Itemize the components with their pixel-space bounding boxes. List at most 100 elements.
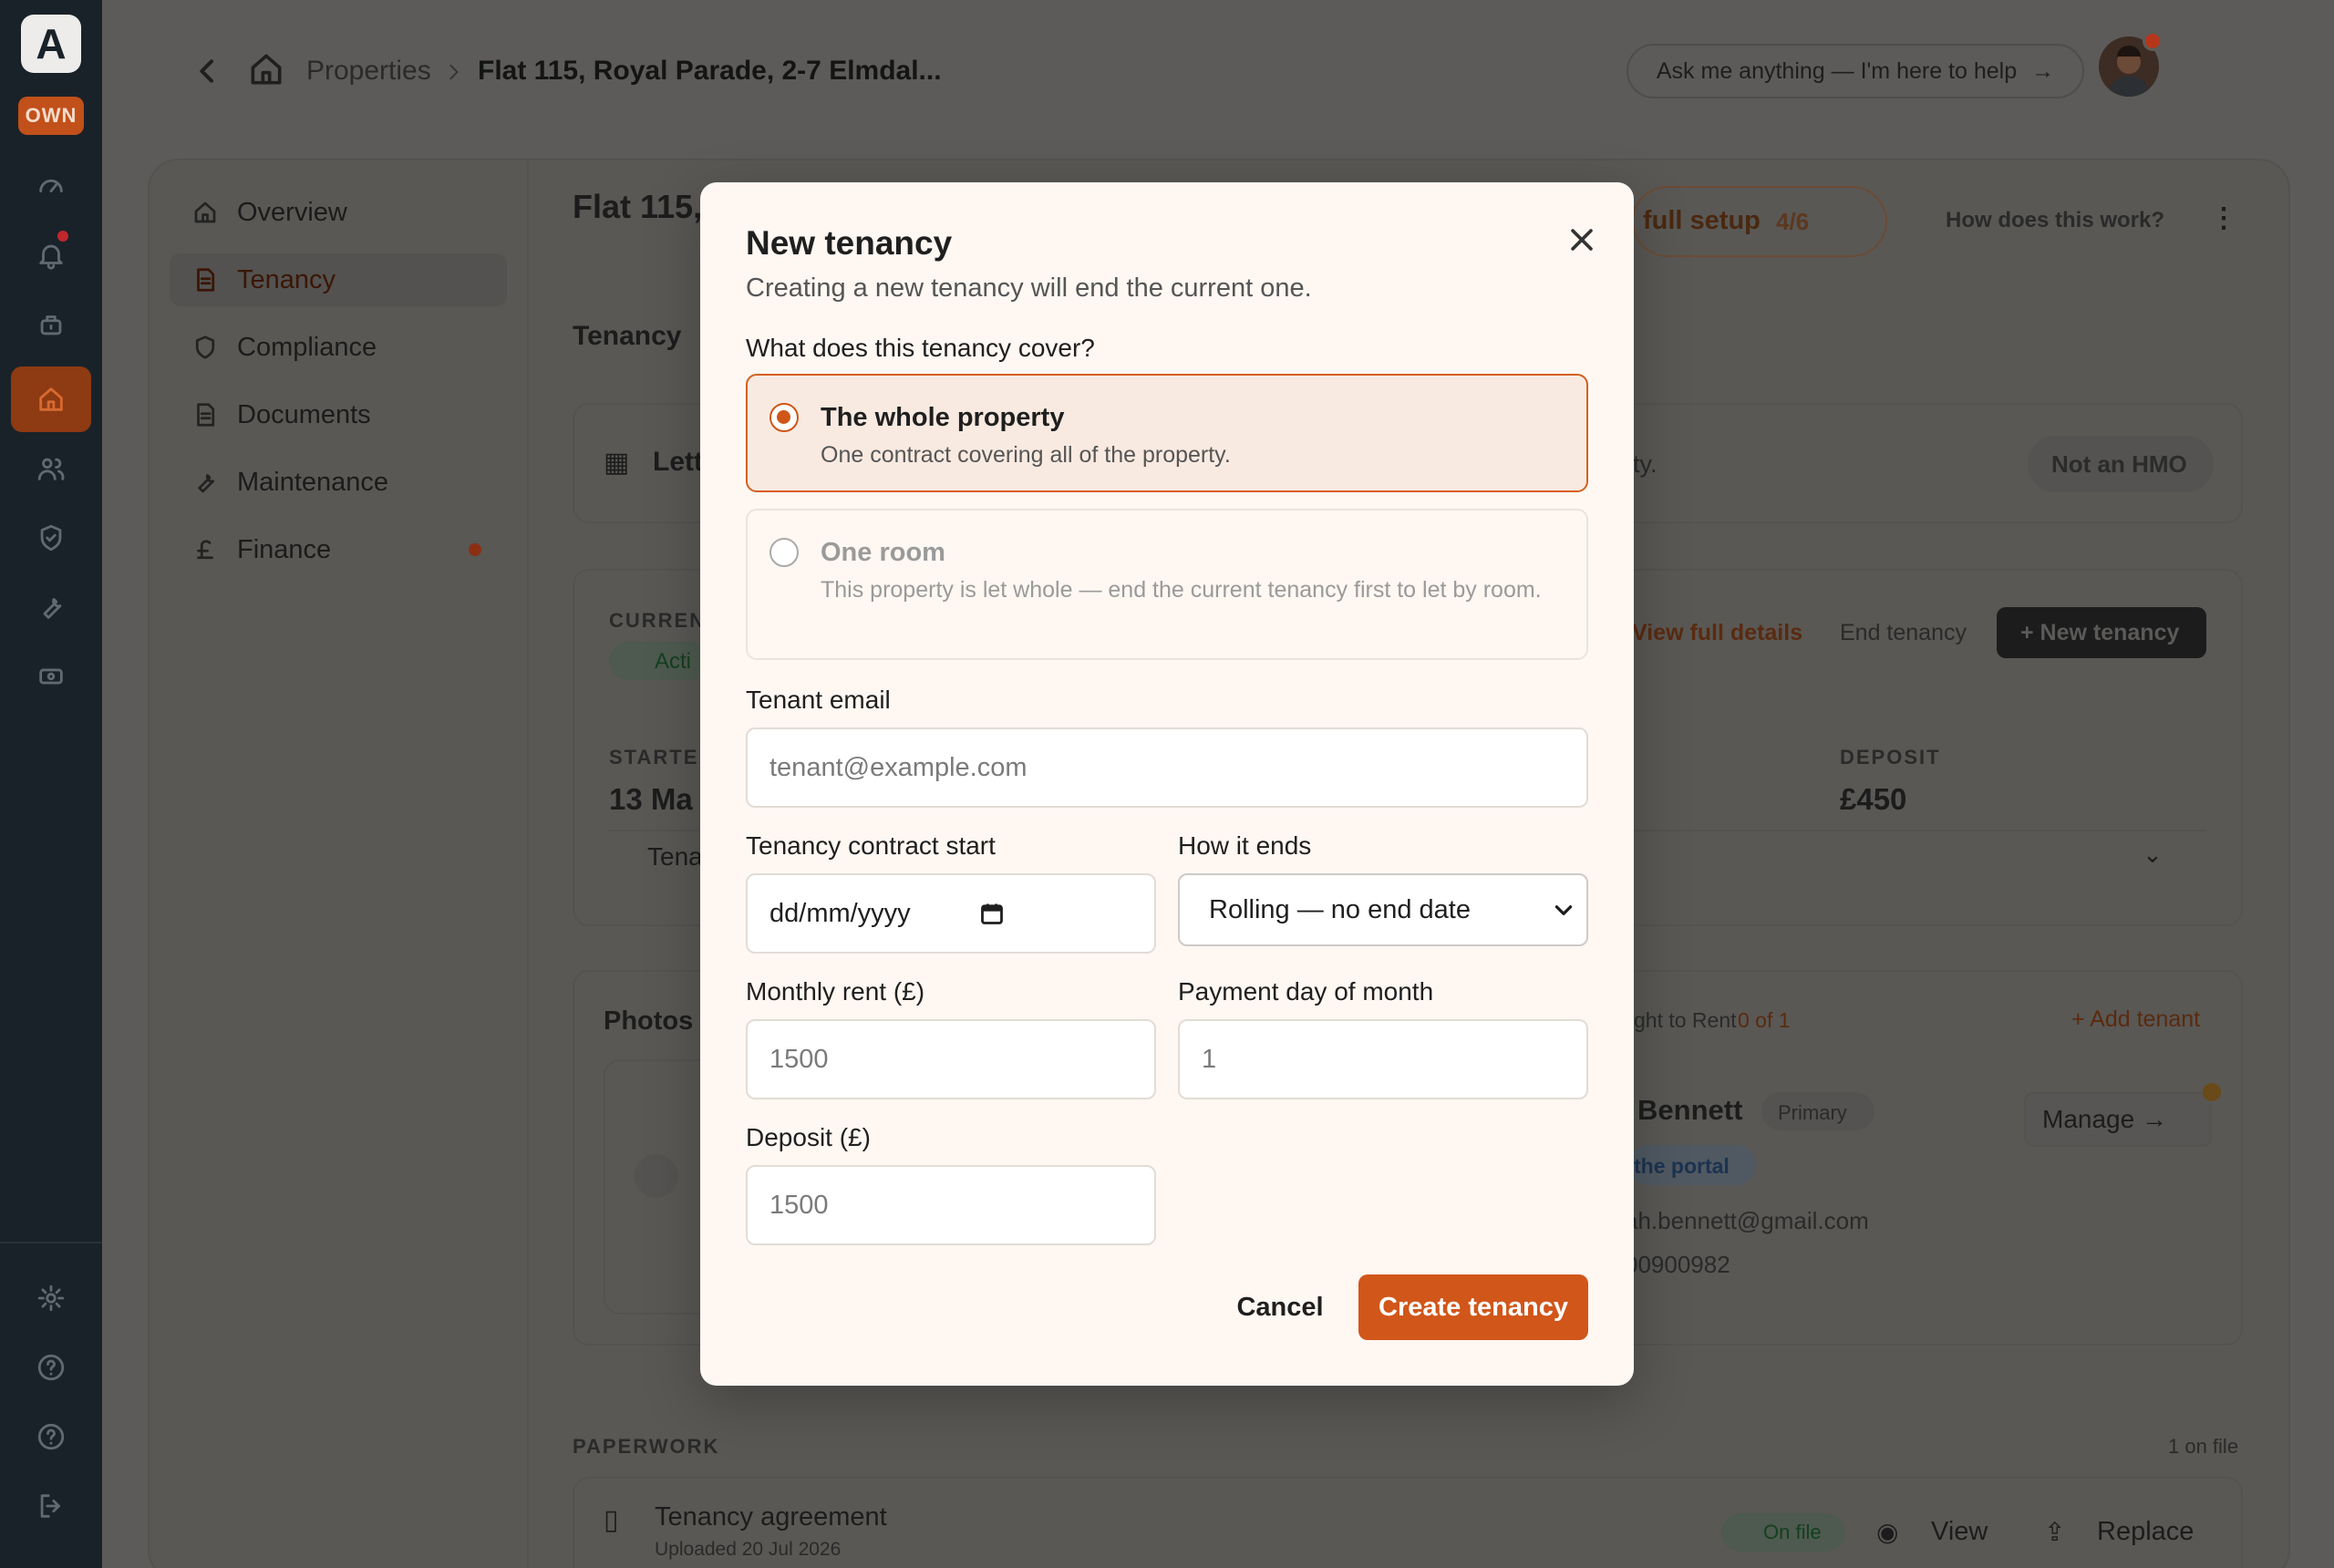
ask-label: Ask me anything — I'm here to help [1656, 57, 2018, 84]
rent-field-box[interactable] [746, 1019, 1156, 1099]
hmo-badge: Not an HMO [2051, 450, 2187, 478]
sidebar-item-tenancy[interactable]: Tenancy [170, 253, 507, 306]
people-icon[interactable] [24, 441, 78, 496]
deposit-value: £450 [1840, 782, 1907, 816]
settings-gear-icon[interactable] [24, 1271, 78, 1326]
shield-icon [195, 335, 215, 359]
cover-question: What does this tenancy cover? [746, 334, 1095, 362]
new-tenancy-button[interactable]: + New tenancy [2020, 620, 2179, 646]
sidebar-item-label: Documents [237, 399, 371, 429]
ends-label: How it ends [1178, 831, 1312, 860]
sidebar-divider [527, 160, 529, 1568]
start-date-input[interactable]: dd/mm/yyyy [746, 873, 1156, 954]
avatar-status-dot [2143, 31, 2163, 51]
started-value: 13 Ma [609, 782, 693, 816]
info-help-icon[interactable] [24, 1409, 78, 1464]
right-to-rent-label: ght to Rent [1634, 1008, 1737, 1032]
doc-title: Tenancy agreement [655, 1502, 887, 1532]
ask-assistant-button[interactable]: Ask me anything — I'm here to help → [1627, 44, 2084, 98]
paperwork-count: 1 on file [2168, 1435, 2239, 1458]
sidebar-item-maintenance[interactable]: Maintenance [191, 456, 388, 509]
payday-field-box[interactable] [1178, 1019, 1588, 1099]
tenant-name: Bennett [1637, 1094, 1743, 1126]
option-desc: This property is let whole — end the cur… [821, 577, 1542, 603]
create-tenancy-button[interactable]: Create tenancy [1358, 1274, 1588, 1340]
cancel-button[interactable]: Cancel [1216, 1274, 1344, 1340]
sidebar-item-label: Finance [237, 534, 332, 564]
briefcase-icon[interactable] [24, 297, 78, 352]
breadcrumb-current: Flat 115, Royal Parade, 2-7 Elmdal... [478, 56, 942, 86]
dashboard-icon[interactable] [24, 159, 78, 213]
arrow-right-icon: → [2031, 57, 2055, 84]
tenant-email: ah.bennett@gmail.com [1625, 1207, 1869, 1234]
setup-label: full setup [1643, 206, 1761, 235]
replace-doc-button[interactable]: Replace [2097, 1517, 2194, 1547]
home-icon [194, 201, 216, 223]
date-placeholder: dd/mm/yyyy [769, 898, 911, 928]
sidebar-item-documents[interactable]: Documents [191, 388, 371, 441]
chevron-down-icon[interactable]: ⌄ [2143, 841, 2163, 869]
option-title: The whole property [821, 403, 1065, 432]
home-icon[interactable] [246, 49, 286, 89]
camera-icon[interactable] [635, 1154, 678, 1198]
deposit-input[interactable] [769, 1190, 1132, 1221]
radio-whole-property[interactable] [769, 403, 799, 432]
sidebar-item-overview[interactable]: Overview [191, 186, 347, 239]
help-link[interactable]: How does this work? [1946, 208, 2164, 233]
deposit-label: DEPOSIT [1840, 746, 1941, 769]
chevron-down-icon [1554, 905, 1573, 915]
how-it-ends-select[interactable]: Rolling — no end date [1178, 873, 1588, 946]
sidebar-item-label: Compliance [237, 332, 377, 362]
wrench-icon[interactable] [24, 580, 78, 634]
breadcrumb-properties[interactable]: Properties [306, 51, 431, 91]
option-whole-property[interactable]: The whole property One contract covering… [746, 374, 1588, 492]
manage-button[interactable]: Manage → [2042, 1105, 2167, 1134]
logout-icon[interactable] [24, 1479, 78, 1533]
started-label: STARTE [609, 746, 699, 769]
money-icon[interactable] [24, 649, 78, 704]
notification-dot [55, 228, 71, 244]
right-to-rent-count: 0 of 1 [1738, 1008, 1791, 1032]
close-icon [1571, 229, 1593, 251]
properties-home-icon[interactable] [11, 366, 91, 432]
finance-alert-dot [469, 543, 481, 556]
pound-icon [197, 540, 213, 560]
end-tenancy-button[interactable]: End tenancy [1840, 620, 1967, 646]
deposit-field-box[interactable] [746, 1165, 1156, 1245]
page-title: Flat 115, [573, 188, 703, 225]
help-icon[interactable] [24, 1340, 78, 1395]
back-chevron-icon[interactable] [193, 57, 222, 86]
shield-check-icon[interactable] [24, 511, 78, 565]
start-label: Tenancy contract start [746, 831, 996, 860]
doc-uploaded: Uploaded 20 Jul 2026 [655, 1539, 842, 1560]
deposit-label: Deposit (£) [746, 1123, 871, 1151]
photos-title: Photos [604, 1006, 694, 1036]
payment-day-input[interactable] [1202, 1044, 1565, 1075]
rail-divider [0, 1242, 102, 1243]
sidebar-item-finance[interactable]: Finance [191, 523, 331, 576]
current-label: CURREN [609, 609, 707, 632]
sidebar-item-compliance[interactable]: Compliance [191, 321, 377, 374]
option-desc: One contract covering all of the propert… [821, 442, 1231, 468]
add-tenant-button[interactable]: + Add tenant [2071, 1006, 2200, 1033]
more-options-icon[interactable]: ⋮ [2210, 202, 2237, 234]
app-logo[interactable]: A [21, 15, 81, 73]
view-doc-button[interactable]: View [1931, 1517, 1988, 1547]
document-icon: ▯ [604, 1505, 619, 1535]
portal-badge: the portal [1634, 1154, 1730, 1178]
app-rail: A OWN [0, 0, 102, 1568]
active-label: Acti [655, 649, 692, 674]
upload-icon: ⇪ [2044, 1518, 2066, 1546]
view-full-details-link[interactable]: View full details [1632, 620, 1802, 646]
email-field-box[interactable] [746, 727, 1588, 808]
manage-alert-dot [2203, 1083, 2221, 1101]
option-title: One room [821, 538, 945, 567]
radio-one-room[interactable] [769, 538, 799, 567]
tenant-email-input[interactable] [769, 752, 1565, 783]
close-button[interactable] [1559, 217, 1605, 263]
own-badge: OWN [18, 97, 84, 135]
calendar-icon[interactable] [979, 901, 1005, 926]
option-one-room[interactable]: One room This property is let whole — en… [746, 509, 1588, 660]
monthly-rent-input[interactable] [769, 1044, 1132, 1075]
document-icon [197, 268, 215, 292]
